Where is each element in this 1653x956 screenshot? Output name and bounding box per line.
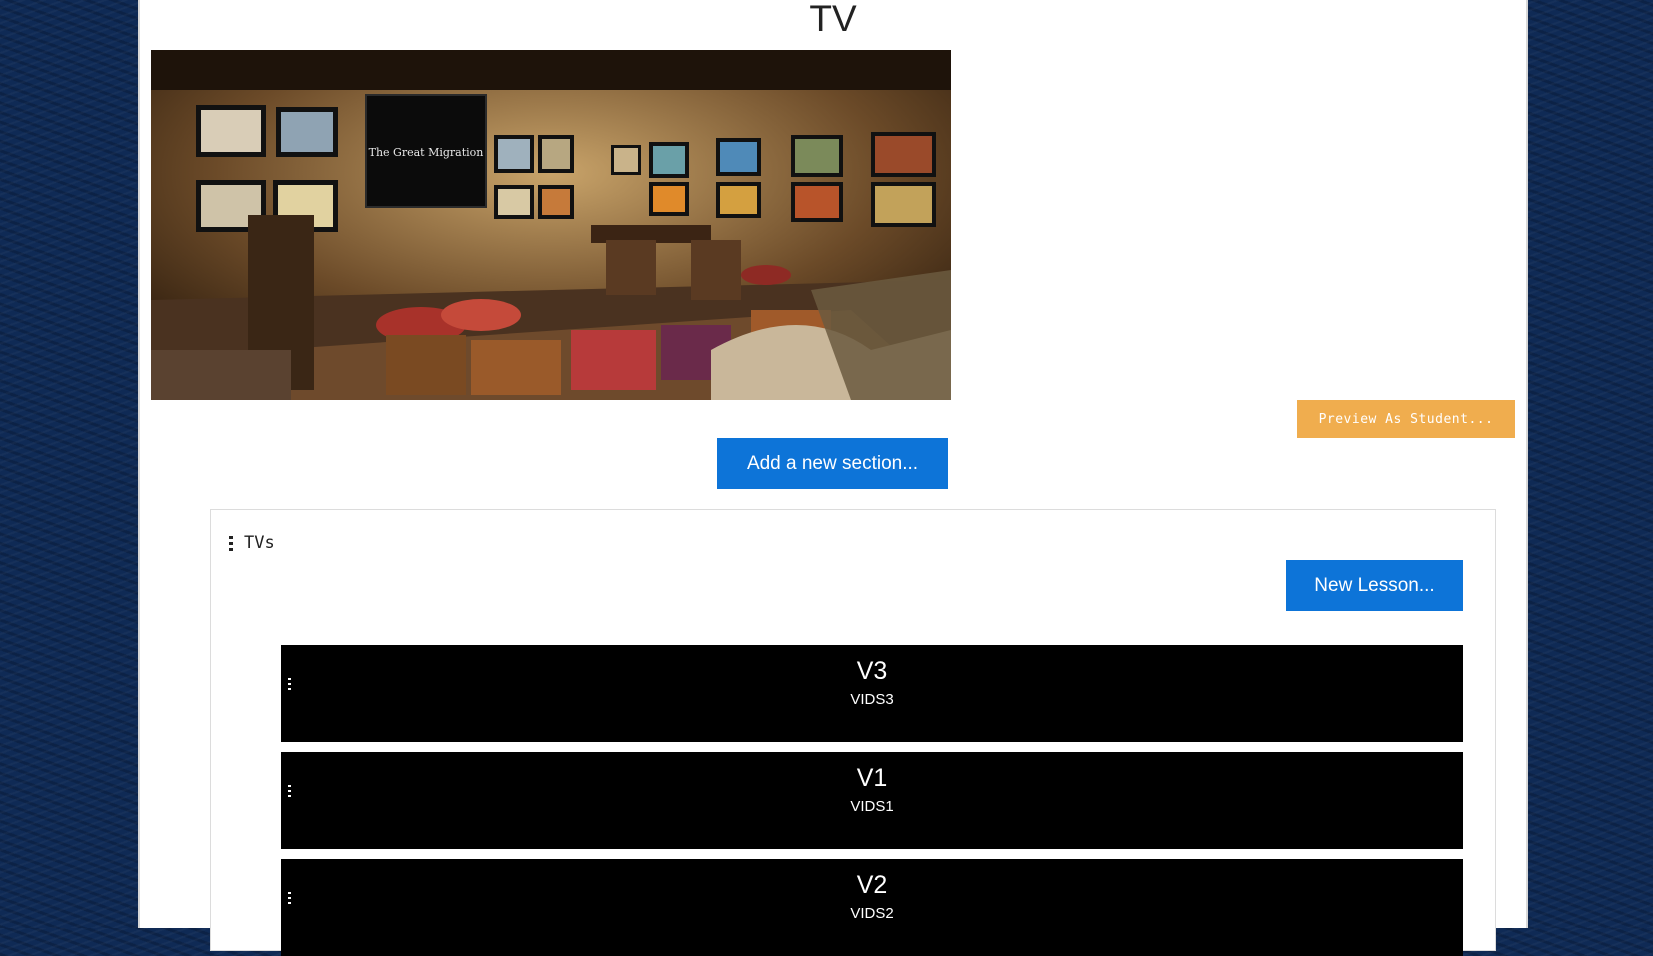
preview-as-student-button[interactable]: Preview As Student... [1297, 400, 1515, 438]
lesson-name: V2 [856, 871, 888, 899]
hero-screen-text: The Great Migration [369, 146, 484, 159]
course-section: TVs New Lesson... V3 VIDS3 V1 VIDS1 V2 V… [210, 509, 1496, 956]
new-lesson-button[interactable]: New Lesson... [1286, 560, 1463, 611]
course-page: TV The Great Migration Preview As Studen… [138, 0, 1528, 956]
lesson-subtitle: VIDS2 [850, 905, 894, 922]
section-drag-handle-icon[interactable] [229, 535, 233, 551]
hero-illustration: The Great Migration [151, 50, 951, 400]
lesson-subtitle: VIDS3 [850, 691, 894, 708]
section-header: TVs [229, 533, 275, 553]
lesson-subtitle: VIDS1 [850, 798, 894, 815]
lesson-name: V3 [856, 657, 888, 685]
add-section-button[interactable]: Add a new section... [717, 438, 948, 489]
page-title: TV [809, 0, 857, 39]
course-hero-image: The Great Migration [151, 50, 951, 400]
lesson-card[interactable]: V1 VIDS1 [281, 752, 1463, 849]
lesson-name: V1 [856, 764, 888, 792]
section-title: TVs [244, 533, 275, 553]
lesson-card[interactable]: V2 VIDS2 [281, 859, 1463, 956]
lesson-card[interactable]: V3 VIDS3 [281, 645, 1463, 742]
